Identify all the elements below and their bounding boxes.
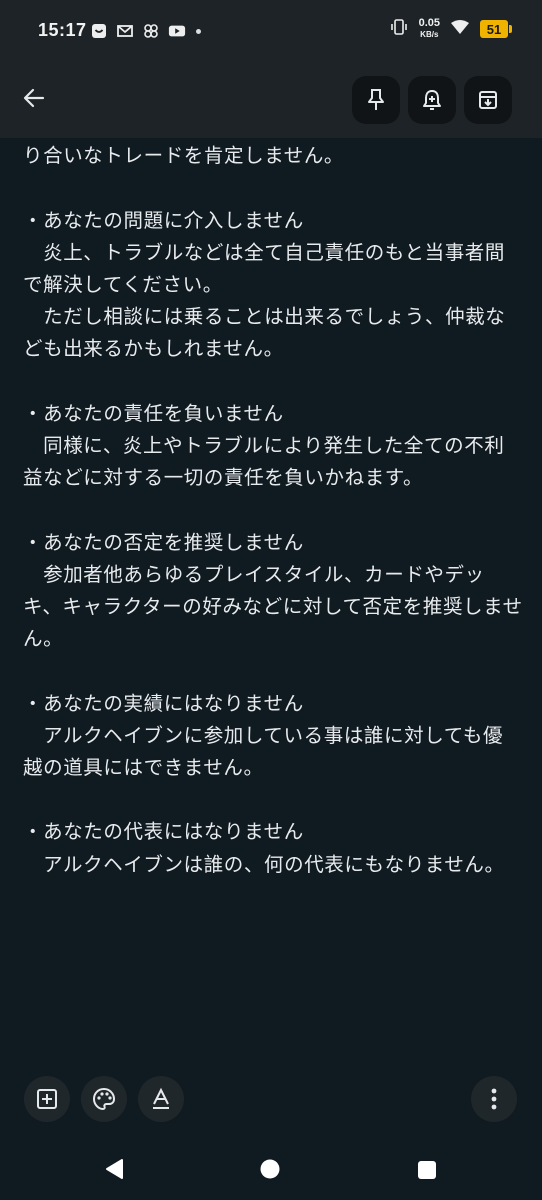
system-nav-bar	[0, 1140, 542, 1200]
palette-icon	[92, 1087, 116, 1111]
archive-button[interactable]	[464, 76, 512, 124]
net-speed-value: 0.05	[418, 17, 440, 29]
vibrate-icon	[389, 18, 409, 40]
more-options-button[interactable]	[471, 1076, 517, 1122]
youtube-icon	[168, 22, 186, 40]
text-format-icon	[153, 1087, 169, 1109]
add-content-button[interactable]	[24, 1076, 70, 1122]
editor-bottom-bar	[0, 1076, 542, 1126]
back-button[interactable]	[14, 78, 54, 118]
mail-icon	[116, 22, 134, 40]
more-vert-icon	[491, 1088, 497, 1110]
nav-recents-icon	[418, 1161, 436, 1179]
status-bar: 15:17 0.05 KB/s 51	[0, 0, 542, 64]
net-speed-unit: KB/s	[420, 30, 439, 39]
arrow-back-icon	[23, 88, 45, 108]
text-format-button[interactable]	[138, 1076, 184, 1122]
pin-button[interactable]	[352, 76, 400, 124]
pin-icon	[368, 89, 384, 110]
wifi-icon	[450, 19, 470, 39]
add-box-icon	[37, 1089, 57, 1109]
reminder-bell-icon	[423, 90, 441, 110]
nav-back-icon	[106, 1159, 123, 1179]
reminder-button[interactable]	[408, 76, 456, 124]
shopping-bag-icon	[90, 22, 108, 40]
note-text[interactable]: ・デュエリストにおける不正やカツアゲ、恐喝、不釣り合いなトレードを肯定しません。…	[23, 138, 523, 881]
note-toolbar	[0, 64, 542, 138]
network-speed: 0.05 KB/s	[419, 18, 440, 40]
pinwheel-icon	[142, 22, 160, 40]
battery-indicator: 51	[480, 20, 512, 38]
nav-home-button[interactable]	[260, 1159, 280, 1183]
status-time: 15:17	[38, 20, 87, 40]
system-status: 0.05 KB/s 51	[389, 18, 512, 40]
nav-back-button[interactable]	[104, 1158, 124, 1184]
more-notifications-dot	[196, 28, 201, 34]
note-body[interactable]: ・デュエリストにおける不正やカツアゲ、恐喝、不釣り合いなトレードを肯定しません。…	[23, 138, 523, 1068]
notification-icons	[90, 22, 201, 40]
archive-icon	[479, 91, 497, 109]
nav-recents-button[interactable]	[418, 1161, 436, 1183]
color-palette-button[interactable]	[81, 1076, 127, 1122]
nav-home-icon	[260, 1159, 280, 1179]
